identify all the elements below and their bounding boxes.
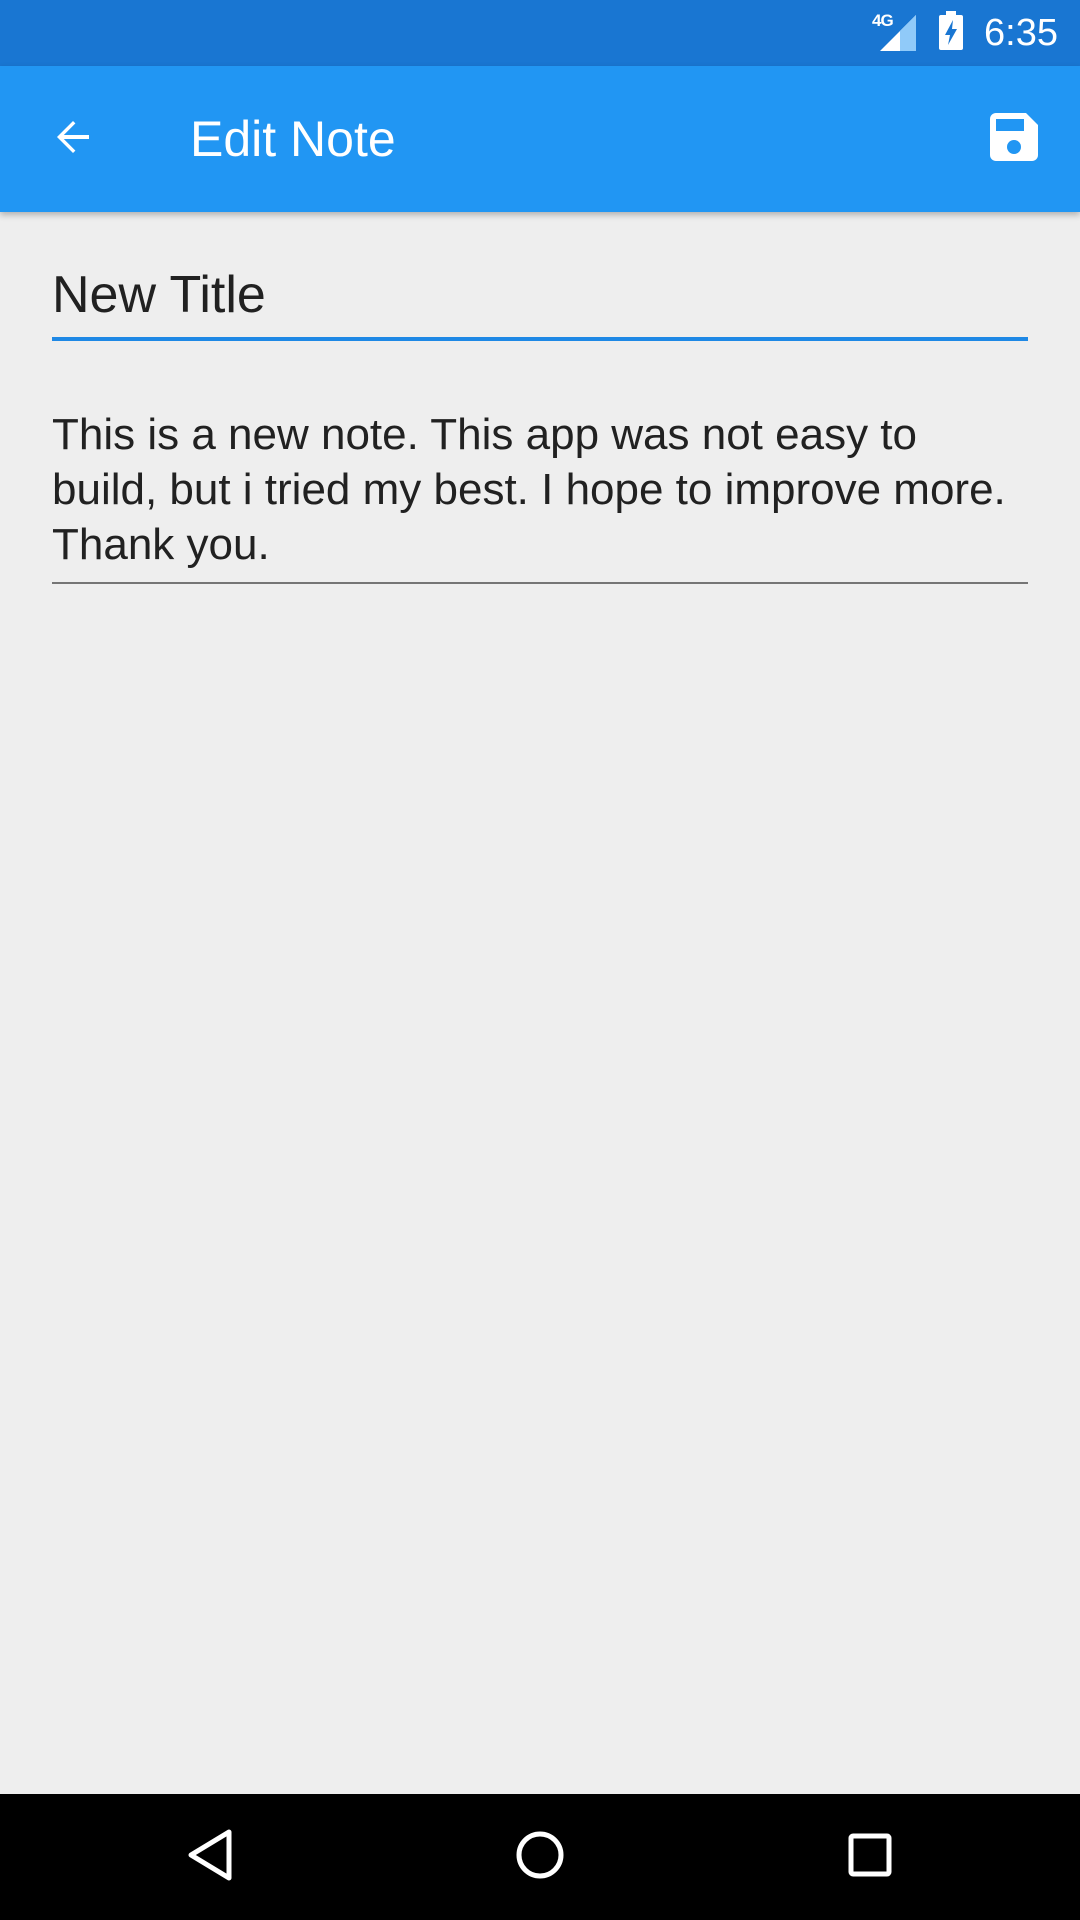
nav-recents-icon xyxy=(846,1831,894,1884)
nav-back-icon xyxy=(185,1828,235,1887)
page-title: Edit Note xyxy=(190,111,396,167)
network-type-label: 4G xyxy=(872,11,894,30)
cell-signal-icon: 4G xyxy=(870,11,918,53)
note-title-field[interactable]: New Title xyxy=(52,255,1028,341)
save-button[interactable] xyxy=(968,100,1060,178)
save-floppy-icon xyxy=(988,111,1040,168)
app-bar: Edit Note xyxy=(0,66,1080,212)
status-bar: 4G 6:35 xyxy=(0,0,1080,66)
nav-recents-button[interactable] xyxy=(822,1812,918,1902)
battery-charging-icon xyxy=(938,10,964,56)
nav-back-button[interactable] xyxy=(162,1812,258,1902)
note-body-text: This is a new note. This app was not eas… xyxy=(52,410,1018,569)
note-title-text: New Title xyxy=(52,266,266,324)
navigation-bar xyxy=(0,1794,1080,1920)
status-icons: 4G 6:35 xyxy=(870,0,1058,66)
back-button[interactable] xyxy=(28,100,118,178)
note-body-field[interactable]: This is a new note. This app was not eas… xyxy=(52,407,1028,584)
nav-home-button[interactable] xyxy=(492,1812,588,1902)
nav-home-icon xyxy=(514,1829,566,1886)
arrow-back-icon xyxy=(49,113,97,166)
status-clock: 6:35 xyxy=(984,12,1058,54)
